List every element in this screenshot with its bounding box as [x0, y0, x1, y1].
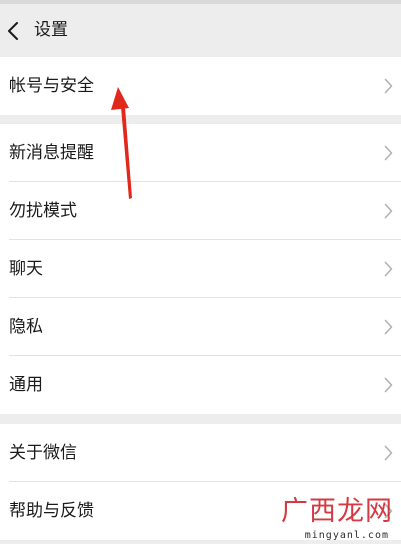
settings-item-label: 新消息提醒: [9, 143, 94, 163]
settings-item-label: 通用: [9, 375, 43, 395]
chevron-right-icon: [384, 261, 393, 277]
back-button[interactable]: [0, 4, 32, 56]
chevron-right-icon: [384, 503, 393, 519]
settings-item-label: 关于微信: [9, 443, 77, 463]
chevron-right-icon: [384, 445, 393, 461]
settings-item-general[interactable]: 通用: [0, 356, 401, 414]
settings-item-label: 帮助与反馈: [9, 501, 94, 521]
chevron-right-icon: [384, 377, 393, 393]
settings-item-chat[interactable]: 聊天: [0, 240, 401, 298]
settings-item-new-message-notifications[interactable]: 新消息提醒: [0, 124, 401, 182]
settings-item-help-feedback[interactable]: 帮助与反馈: [0, 482, 401, 540]
chevron-left-icon: [8, 22, 18, 40]
settings-item-label: 聊天: [9, 259, 43, 279]
settings-item-account-security[interactable]: 帐号与安全: [0, 57, 401, 115]
settings-item-do-not-disturb[interactable]: 勿扰模式: [0, 182, 401, 240]
settings-group-about: 关于微信 帮助与反馈: [0, 424, 401, 540]
chevron-right-icon: [384, 78, 393, 94]
navigation-bar: 设置: [0, 4, 401, 56]
chevron-right-icon: [384, 145, 393, 161]
settings-item-privacy[interactable]: 隐私: [0, 298, 401, 356]
settings-group-account: 帐号与安全: [0, 57, 401, 115]
settings-group-general: 新消息提醒 勿扰模式 聊天 隐私 通用: [0, 124, 401, 414]
settings-item-label: 勿扰模式: [9, 201, 77, 221]
settings-item-about-wechat[interactable]: 关于微信: [0, 424, 401, 482]
settings-item-label: 隐私: [9, 317, 43, 337]
settings-item-label: 帐号与安全: [9, 76, 94, 96]
page-title: 设置: [34, 20, 68, 40]
chevron-right-icon: [384, 203, 393, 219]
chevron-right-icon: [384, 319, 393, 335]
